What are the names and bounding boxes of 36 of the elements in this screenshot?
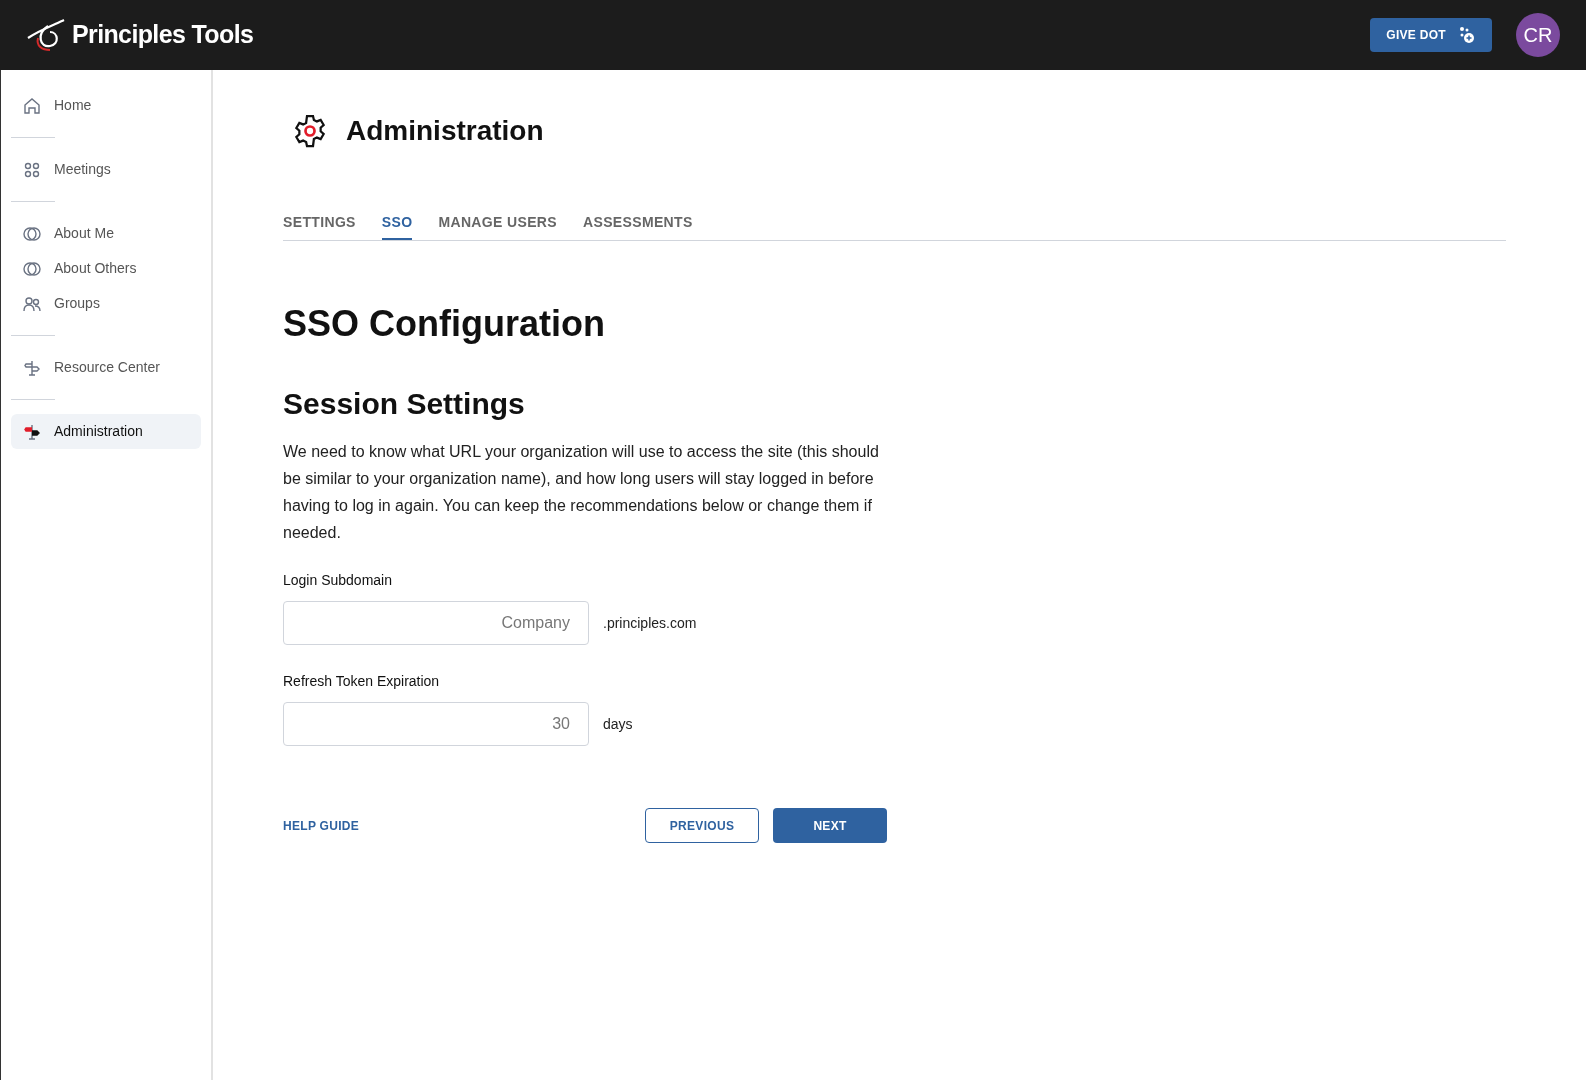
- sidebar-item[interactable]: Groups: [11, 286, 201, 321]
- next-button[interactable]: NEXT: [773, 808, 887, 843]
- help-guide-link[interactable]: HELP GUIDE: [283, 816, 360, 835]
- field-suffix: .principles.com: [603, 613, 697, 633]
- input-field[interactable]: Company: [283, 601, 589, 645]
- tab[interactable]: ASSESSMENTS: [583, 212, 693, 240]
- four-circles-icon: [23, 160, 41, 179]
- sidebar-item[interactable]: Meetings: [11, 152, 201, 187]
- section-heading: SSO Configuration: [283, 302, 606, 346]
- tab[interactable]: SSO: [381, 212, 413, 240]
- sidebar-item[interactable]: About Me: [11, 216, 201, 251]
- page-title: Administration: [346, 114, 544, 148]
- sidebar-item[interactable]: Resource Center: [11, 350, 201, 385]
- home-icon: [23, 96, 41, 115]
- dots-plus-icon: [1458, 26, 1476, 44]
- subsection-heading: Session Settings: [283, 386, 526, 422]
- field-label: Refresh Token Expiration: [283, 672, 441, 691]
- overlapping-circles-icon: [23, 259, 41, 278]
- logo-text: Principles Tools: [72, 19, 254, 51]
- user-avatar[interactable]: CR: [1516, 13, 1560, 57]
- input-field[interactable]: 30: [283, 702, 589, 746]
- previous-button[interactable]: PREVIOUS: [645, 808, 759, 843]
- field-suffix: days: [603, 714, 633, 734]
- sidebar-item[interactable]: Administration: [11, 414, 201, 449]
- overlapping-circles-icon: [23, 224, 41, 243]
- description-text: We need to know what URL your organization will use to access the site (this should be similar to your organization name), and how long users will stay logged in before having to log in again. You can keep the recommendations below or change them if needed.: [283, 442, 880, 543]
- sidebar-item[interactable]: Home: [11, 88, 201, 123]
- gear-icon: [292, 113, 328, 149]
- field-label: Login Subdomain: [283, 571, 393, 590]
- give-dot-button[interactable]: GIVE DOT: [1370, 18, 1492, 52]
- tab[interactable]: SETTINGS: [283, 212, 356, 240]
- signpost-icon: [23, 358, 41, 377]
- tab[interactable]: MANAGE USERS: [438, 212, 557, 240]
- sidebar-item[interactable]: About Others: [11, 251, 201, 286]
- signpost-icon: [23, 422, 41, 441]
- people-icon: [23, 294, 41, 313]
